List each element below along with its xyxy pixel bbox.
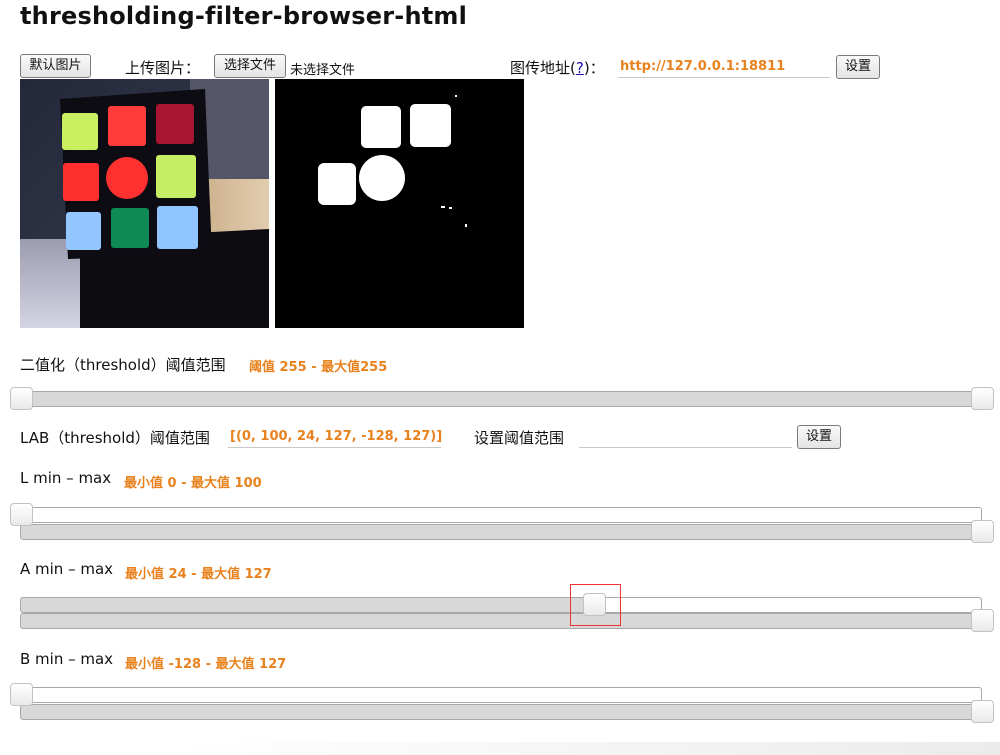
help-link[interactable]: ? [576, 59, 584, 77]
bottom-shadow [180, 742, 1000, 755]
a-max-track[interactable] [20, 613, 982, 629]
b-max-track[interactable] [20, 704, 982, 720]
stream-address-input[interactable]: http://127.0.0.1:18811 [618, 58, 830, 78]
page-title: thresholding-filter-browser-html [20, 2, 468, 30]
stream-address-value: http://127.0.0.1:18811 [620, 59, 786, 74]
original-image [20, 79, 269, 328]
b-max-thumb[interactable] [971, 700, 994, 723]
a-max-thumb[interactable] [971, 609, 994, 632]
a-slider-label: A min – max [20, 560, 114, 578]
threshold-min-thumb[interactable] [10, 387, 33, 410]
b-min-thumb[interactable] [10, 683, 33, 706]
b-slider-label: B min – max [20, 650, 114, 668]
b-value-text: 最小值 -128 - 最大值 127 [125, 657, 287, 672]
set-range-label: 设置阈值范围 [474, 429, 565, 447]
l-max-thumb[interactable] [971, 520, 994, 543]
set-range-button[interactable]: 设置 [797, 425, 841, 449]
threshold-slider-track[interactable] [20, 391, 982, 407]
stream-address-label: 图传地址(?)： [510, 59, 605, 77]
no-file-text: 未选择文件 [290, 63, 356, 78]
choose-file-button[interactable]: 选择文件 [214, 54, 286, 78]
upload-label: 上传图片： [125, 59, 201, 77]
threshold-value-text: 阈值 255 - 最大值255 [249, 360, 388, 375]
set-range-input[interactable] [579, 428, 792, 448]
threshold-image [275, 79, 524, 328]
threshold-mask [275, 79, 524, 328]
set-stream-address-button[interactable]: 设置 [836, 55, 880, 79]
a-min-thumb-highlight [569, 584, 621, 626]
rubiks-cube-photo [20, 79, 269, 328]
lab-threshold-value: [(0, 100, 24, 127, -128, 127)] [230, 429, 443, 444]
l-min-thumb[interactable] [10, 503, 33, 526]
l-min-track[interactable] [20, 507, 982, 523]
a-min-track[interactable] [20, 597, 982, 613]
stream-address-text: 图传地址 [510, 59, 571, 77]
lab-threshold-input[interactable]: [(0, 100, 24, 127, -128, 127)] [228, 428, 443, 448]
l-value-text: 最小值 0 - 最大值 100 [124, 476, 262, 491]
lab-label: LAB（threshold）阈值范围 [20, 429, 210, 447]
a-value-text: 最小值 24 - 最大值 127 [125, 567, 272, 582]
b-min-track[interactable] [20, 687, 982, 703]
threshold-max-thumb[interactable] [971, 387, 994, 410]
default-image-button[interactable]: 默认图片 [20, 54, 91, 78]
threshold-label: 二值化（threshold）阈值范围 [20, 356, 226, 374]
l-max-track[interactable] [20, 524, 982, 540]
l-slider-label: L min – max [20, 469, 112, 487]
